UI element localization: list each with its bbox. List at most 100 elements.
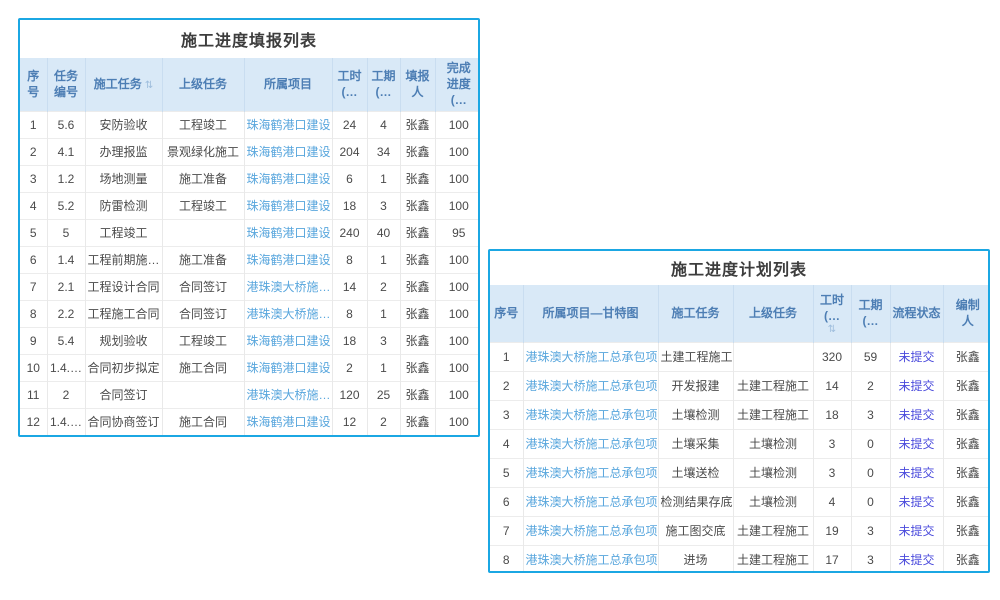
cell-days: 1 [367,300,400,327]
project-link[interactable]: 港珠澳大桥施工总承包项目 [526,379,659,393]
table-row: 24.1办理报监景观绿化施工珠海鹤港口建设20434张鑫100 [20,138,480,165]
project-link[interactable]: 港珠澳大桥施工总承包项目 [526,350,659,364]
header-row: 序号所属项目—甘特图施工任务上级任务工时 (…⇅工期 (…流程状态编制 人 [490,285,990,342]
project-link[interactable]: 珠海鹤港口建设 [247,334,331,348]
status-link[interactable]: 未提交 [898,437,934,451]
cell-reporter: 张鑫 [400,111,435,138]
cell-no: 4 [490,429,523,458]
cell-days: 1 [367,165,400,192]
cell-task: 合同初步拟定 [85,354,162,381]
cell-days: 59 [851,342,890,371]
cell-no: 11 [20,381,47,408]
column-header-task_no: 任务 编号 [47,58,85,111]
cell-no: 6 [20,246,47,273]
cell-days: 0 [851,429,890,458]
cell-task_no: 5.4 [47,327,85,354]
project-link[interactable]: 港珠澳大桥施… [247,280,331,294]
project-link[interactable]: 港珠澳大桥施… [247,307,331,321]
cell-progress: 100 [435,165,480,192]
project-link[interactable]: 珠海鹤港口建设 [247,226,331,240]
cell-project: 珠海鹤港口建设 [244,219,332,246]
project-link[interactable]: 港珠澳大桥施… [247,388,331,402]
cell-parent: 合同签订 [162,273,244,300]
column-header-label: 编制 人 [956,298,980,328]
column-header-project: 所属项目—甘特图 [523,285,658,342]
table-row: 82.2工程施工合同合同签订港珠澳大桥施…81张鑫100 [20,300,480,327]
column-header-hours[interactable]: 工时 (…⇅ [813,285,851,342]
cell-task: 安防验收 [85,111,162,138]
cell-progress: 100 [435,300,480,327]
status-link[interactable]: 未提交 [898,379,934,393]
cell-progress: 100 [435,381,480,408]
project-link[interactable]: 港珠澳大桥施工总承包项目 [526,553,659,567]
project-link[interactable]: 珠海鹤港口建设 [247,361,331,375]
report-table-title: 施工进度填报列表 [20,20,478,58]
status-link[interactable]: 未提交 [898,408,934,422]
project-link[interactable]: 珠海鹤港口建设 [247,415,331,429]
status-link[interactable]: 未提交 [898,495,934,509]
cell-hours: 18 [332,192,367,219]
cell-reporter: 张鑫 [400,138,435,165]
cell-task: 检测结果存底 [658,487,733,516]
column-header-days: 工期 (… [851,285,890,342]
project-link[interactable]: 港珠澳大桥施工总承包项目 [526,408,659,422]
cell-task: 防雷检测 [85,192,162,219]
column-header-label: 工时 (… [337,69,361,99]
project-link[interactable]: 港珠澳大桥施工总承包项目 [526,524,659,538]
cell-hours: 18 [813,400,851,429]
status-link[interactable]: 未提交 [898,524,934,538]
cell-author: 张鑫 [943,545,990,573]
cell-days: 1 [367,354,400,381]
cell-project: 珠海鹤港口建设 [244,138,332,165]
table-row: 72.1工程设计合同合同签订港珠澳大桥施…142张鑫100 [20,273,480,300]
cell-author: 张鑫 [943,371,990,400]
cell-no: 2 [20,138,47,165]
table-row: 95.4规划验收工程竣工珠海鹤港口建设183张鑫100 [20,327,480,354]
cell-hours: 2 [332,354,367,381]
project-link[interactable]: 港珠澳大桥施工总承包项目 [526,495,659,509]
status-link[interactable]: 未提交 [898,466,934,480]
status-link[interactable]: 未提交 [898,350,934,364]
cell-project: 港珠澳大桥施… [244,381,332,408]
cell-days: 2 [367,273,400,300]
cell-task: 合同签订 [85,381,162,408]
cell-progress: 100 [435,408,480,435]
project-link[interactable]: 珠海鹤港口建设 [247,118,331,132]
cell-days: 4 [367,111,400,138]
cell-project: 港珠澳大桥施工总承包项目 [523,458,658,487]
cell-reporter: 张鑫 [400,354,435,381]
cell-author: 张鑫 [943,487,990,516]
sort-icon[interactable]: ⇅ [815,325,850,335]
project-link[interactable]: 珠海鹤港口建设 [247,253,331,267]
cell-reporter: 张鑫 [400,165,435,192]
project-link[interactable]: 珠海鹤港口建设 [247,172,331,186]
cell-parent: 工程竣工 [162,111,244,138]
column-header-task[interactable]: 施工任务⇅ [85,58,162,111]
table-row: 31.2场地测量施工准备珠海鹤港口建设61张鑫100 [20,165,480,192]
cell-no: 1 [20,111,47,138]
cell-hours: 320 [813,342,851,371]
project-link[interactable]: 珠海鹤港口建设 [247,145,331,159]
status-link[interactable]: 未提交 [898,553,934,567]
cell-task: 土壤采集 [658,429,733,458]
table-row: 101.4.…合同初步拟定施工合同珠海鹤港口建设21张鑫100 [20,354,480,381]
column-header-progress: 完成 进度 (… [435,58,480,111]
column-header-label: 任务 编号 [54,69,78,99]
progress-report-panel: 施工进度填报列表 序 号任务 编号施工任务⇅上级任务所属项目工时 (…工期 (…… [18,18,480,437]
table-row: 8港珠澳大桥施工总承包项目进场土建工程施工173未提交张鑫 [490,545,990,573]
cell-progress: 100 [435,354,480,381]
cell-project: 港珠澳大桥施工总承包项目 [523,371,658,400]
sort-icon[interactable]: ⇅ [145,81,153,91]
column-header-days: 工期 (… [367,58,400,111]
table-row: 45.2防雷检测工程竣工珠海鹤港口建设183张鑫100 [20,192,480,219]
progress-plan-table: 序号所属项目—甘特图施工任务上级任务工时 (…⇅工期 (…流程状态编制 人1港珠… [490,285,990,573]
cell-hours: 17 [813,545,851,573]
cell-days: 3 [851,516,890,545]
project-link[interactable]: 港珠澳大桥施工总承包项目 [526,466,659,480]
project-link[interactable]: 港珠澳大桥施工总承包项目 [526,437,659,451]
column-header-label: 填报 人 [405,69,429,99]
column-header-parent: 上级任务 [733,285,813,342]
project-link[interactable]: 珠海鹤港口建设 [247,199,331,213]
cell-task: 场地测量 [85,165,162,192]
column-header-label: 所属项目—甘特图 [542,306,638,320]
